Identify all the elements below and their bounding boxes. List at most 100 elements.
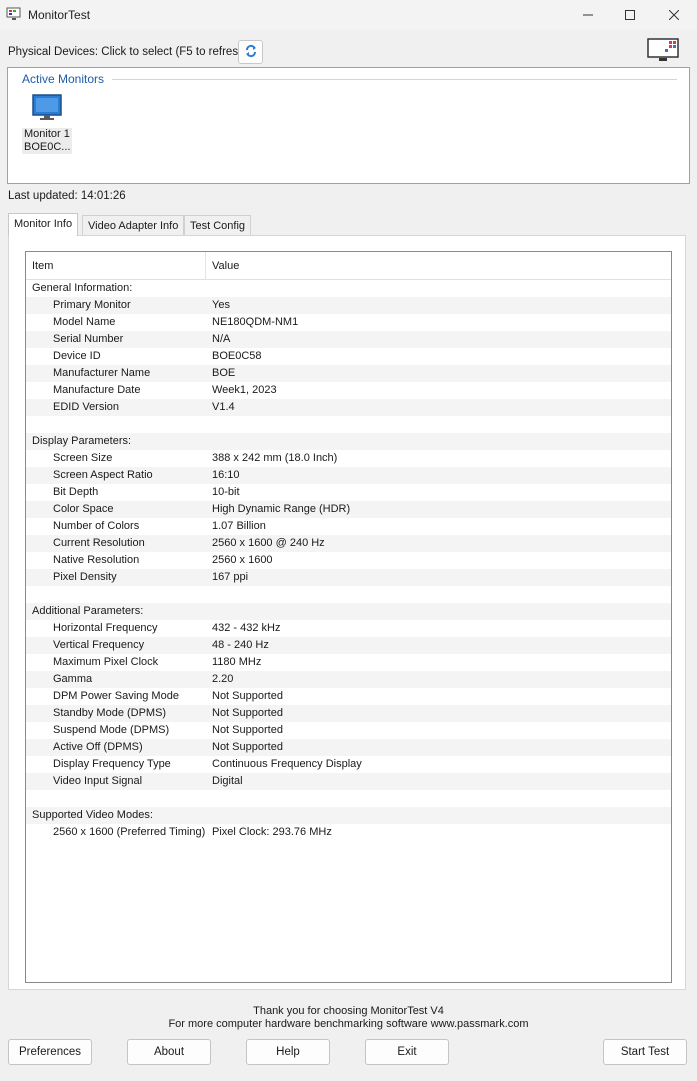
item-cell: Manufacturer Name — [53, 367, 151, 379]
item-cell: Horizontal Frequency — [53, 622, 158, 634]
item-cell: Gamma — [53, 673, 93, 685]
value-cell: Pixel Clock: 293.76 MHz — [212, 826, 332, 838]
item-cell: Bit Depth — [53, 486, 99, 498]
about-button[interactable]: About — [127, 1039, 211, 1065]
table-row[interactable]: 2560 x 1600 (Preferred Timing) Pixel Cloc… — [26, 824, 671, 841]
value-cell: 388 x 242 mm (18.0 Inch) — [212, 452, 338, 464]
item-cell: Manufacture Date — [53, 384, 141, 396]
table-row[interactable]: EDID Version V1.4 — [26, 399, 671, 416]
item-cell: Serial Number — [53, 333, 124, 345]
table-body: General Information: Primary Monitor Yes Mo… — [26, 280, 671, 841]
value-cell: Week1, 2023 — [212, 384, 277, 396]
header-divider — [112, 79, 677, 80]
tab-video-adapter-info[interactable]: Video Adapter Info — [82, 215, 185, 236]
table-row[interactable]: Video Input Signal Digital — [26, 773, 671, 790]
table-row[interactable]: Screen Aspect Ratio 16:10 — [26, 467, 671, 484]
value-cell: 16:10 — [212, 469, 240, 481]
item-cell: Native Resolution — [53, 554, 140, 566]
thanks-line-2: For more computer hardware benchmarking … — [168, 1018, 529, 1030]
table-row[interactable]: Serial Number N/A — [26, 331, 671, 348]
table-row[interactable]: Native Resolution 2560 x 1600 — [26, 552, 671, 569]
value-cell: Yes — [212, 299, 230, 311]
value-cell: NE180QDM-NM1 — [212, 316, 299, 328]
value-cell: Not Supported — [212, 707, 283, 719]
table-row[interactable]: Maximum Pixel Clock 1180 MHz — [26, 654, 671, 671]
active-monitors-header: Active Monitors — [22, 72, 105, 86]
value-cell: 10-bit — [212, 486, 240, 498]
item-cell: Device ID — [53, 350, 101, 362]
value-cell: N/A — [212, 333, 231, 345]
monitor-info-table[interactable]: Item Value General Information: Primary M… — [25, 251, 672, 983]
table-row[interactable]: Bit Depth 10-bit — [26, 484, 671, 501]
table-row[interactable] — [26, 416, 671, 433]
table-row[interactable]: DPM Power Saving Mode Not Supported — [26, 688, 671, 705]
table-section-row[interactable]: General Information: — [26, 280, 671, 297]
item-cell: Display Frequency Type — [53, 758, 171, 770]
physical-devices-label: Physical Devices: Click to select (F5 to… — [8, 46, 249, 58]
value-cell: 2560 x 1600 @ 240 Hz — [212, 537, 325, 549]
section-title: Display Parameters: — [32, 435, 132, 447]
column-header-item[interactable]: Item — [32, 260, 53, 272]
refresh-button[interactable] — [238, 40, 263, 64]
help-button[interactable]: Help — [246, 1039, 330, 1065]
table-row[interactable]: Primary Monitor Yes — [26, 297, 671, 314]
table-row[interactable] — [26, 586, 671, 603]
value-cell: 2.20 — [212, 673, 234, 685]
section-title: General Information: — [32, 282, 133, 294]
value-cell: Digital — [212, 775, 243, 787]
value-cell: BOE — [212, 367, 236, 379]
table-row[interactable]: Color Space High Dynamic Range (HDR) — [26, 501, 671, 518]
tab-test-config[interactable]: Test Config — [184, 215, 252, 236]
table-row[interactable]: Number of Colors 1.07 Billion — [26, 518, 671, 535]
value-cell: 167 ppi — [212, 571, 249, 583]
item-cell: Pixel Density — [53, 571, 117, 583]
value-cell: 2560 x 1600 — [212, 554, 273, 566]
value-cell: Not Supported — [212, 690, 283, 702]
table-row[interactable]: Horizontal Frequency 432 - 432 kHz — [26, 620, 671, 637]
exit-button[interactable]: Exit — [365, 1039, 449, 1065]
item-cell: Video Input Signal — [53, 775, 143, 787]
item-cell: Vertical Frequency — [53, 639, 145, 651]
monitortest-app-icon — [6, 7, 22, 21]
table-row[interactable]: Gamma 2.20 — [26, 671, 671, 688]
value-cell: Not Supported — [212, 741, 283, 753]
monitor-code: BOE0C... — [22, 141, 72, 154]
table-row[interactable]: Active Off (DPMS) Not Supported — [26, 739, 671, 756]
monitor-name: Monitor 1 — [22, 128, 72, 141]
table-row[interactable]: Screen Size 388 x 242 mm (18.0 Inch) — [26, 450, 671, 467]
table-section-row[interactable]: Additional Parameters: — [26, 603, 671, 620]
table-row[interactable]: Model Name NE180QDM-NM1 — [26, 314, 671, 331]
table-row[interactable]: Vertical Frequency 48 - 240 Hz — [26, 637, 671, 654]
item-cell: Maximum Pixel Clock — [53, 656, 159, 668]
minimize-button[interactable] — [565, 0, 611, 30]
value-cell: V1.4 — [212, 401, 235, 413]
value-cell: 432 - 432 kHz — [212, 622, 281, 634]
table-section-row[interactable]: Display Parameters: — [26, 433, 671, 450]
item-cell: Active Off (DPMS) — [53, 741, 143, 753]
close-button[interactable] — [651, 0, 697, 30]
item-cell: 2560 x 1600 (Preferred Timing) — [53, 826, 206, 838]
table-row[interactable]: Manufacture Date Week1, 2023 — [26, 382, 671, 399]
window-title: MonitorTest — [28, 8, 91, 22]
value-cell: Not Supported — [212, 724, 283, 736]
table-row[interactable]: Manufacturer Name BOE — [26, 365, 671, 382]
preferences-button[interactable]: Preferences — [8, 1039, 92, 1065]
table-row[interactable]: Device ID BOE0C58 — [26, 348, 671, 365]
table-row[interactable]: Suspend Mode (DPMS) Not Supported — [26, 722, 671, 739]
monitor-1-tile[interactable]: Monitor 1 BOE0C... — [22, 92, 72, 156]
maximize-button[interactable] — [607, 0, 653, 30]
last-updated-label: Last updated: 14:01:26 — [8, 190, 126, 202]
column-divider[interactable] — [205, 252, 206, 280]
tab-monitor-info[interactable]: Monitor Info — [8, 213, 79, 236]
active-monitors-panel: Active Monitors Monitor 1 BOE0C... — [7, 67, 690, 184]
table-row[interactable]: Standby Mode (DPMS) Not Supported — [26, 705, 671, 722]
table-row[interactable]: Current Resolution 2560 x 1600 @ 240 Hz — [26, 535, 671, 552]
table-section-row[interactable]: Supported Video Modes: — [26, 807, 671, 824]
item-cell: Current Resolution — [53, 537, 145, 549]
value-cell: 1180 MHz — [212, 656, 262, 668]
table-row[interactable]: Display Frequency Type Continuous Frequen… — [26, 756, 671, 773]
column-header-value[interactable]: Value — [212, 260, 239, 272]
table-row[interactable] — [26, 790, 671, 807]
table-row[interactable]: Pixel Density 167 ppi — [26, 569, 671, 586]
start-test-button[interactable]: Start Test — [603, 1039, 687, 1065]
